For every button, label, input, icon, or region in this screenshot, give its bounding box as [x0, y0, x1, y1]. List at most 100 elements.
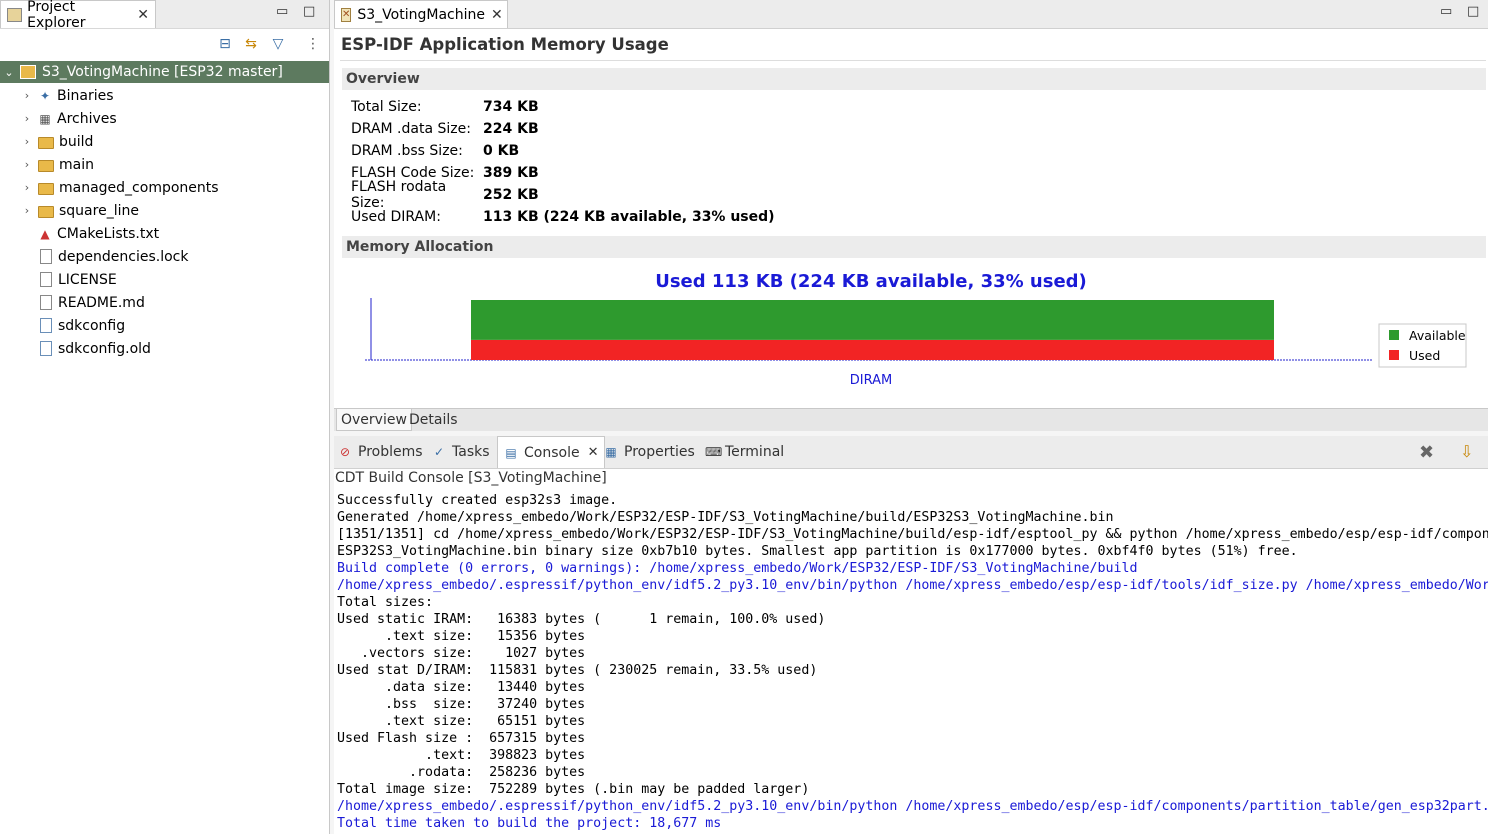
chevron-right-icon[interactable]: › — [20, 112, 34, 125]
tab-s3-votingmachine[interactable]: ✕ S3_VotingMachine ✕ — [334, 0, 508, 28]
overview-row: FLASH rodata Size: 252 KB — [351, 179, 539, 211]
overview-label: Total Size: — [351, 99, 422, 115]
overview-value: 0 KB — [483, 143, 520, 159]
memory-allocation-chart: Used 113 KB (224 KB available, 33% used)… — [365, 271, 1467, 388]
tree-item[interactable]: › build — [0, 130, 94, 153]
tab-terminal[interactable]: ⌨ Terminal — [705, 436, 784, 468]
tree-item[interactable]: › ✦ Binaries — [0, 84, 114, 107]
filter-icon[interactable]: ▽ — [270, 36, 286, 52]
tab-details[interactable]: Details — [405, 409, 462, 431]
console-line: .bss size: 37240 bytes — [337, 697, 586, 712]
maximize-icon[interactable]: □ — [303, 4, 315, 19]
console-icon: ▤ — [505, 445, 517, 460]
console-line: Used Flash size : 657315 bytes — [337, 731, 586, 746]
memory-allocation-section-header: Memory Allocation — [342, 236, 1486, 258]
chevron-right-icon[interactable]: › — [20, 135, 34, 148]
link-with-editor-icon[interactable]: ⇆ — [243, 36, 259, 52]
archives-icon: ▦ — [39, 111, 51, 126]
overview-row: Total Size: 734 KB — [351, 96, 539, 118]
tree-item-label: CMakeLists.txt — [57, 225, 160, 242]
minimize-icon[interactable]: ▭ — [276, 4, 288, 19]
tree-item[interactable]: › managed_components — [0, 176, 219, 199]
collapse-all-icon[interactable]: ⊟ — [217, 36, 233, 52]
tab-console[interactable]: ▤ Console ✕ — [497, 436, 606, 468]
chevron-right-icon[interactable]: › — [20, 204, 34, 217]
overview-row: DRAM .bss Size: 0 KB — [351, 140, 519, 162]
tree-item[interactable]: › square_line — [0, 199, 139, 222]
tab-overview[interactable]: Overview — [336, 409, 412, 431]
console-line: ESP32S3_VotingMachine.bin binary size 0x… — [337, 544, 1298, 559]
overview-row: Used DIRAM: 113 KB (224 KB available, 33%… — [351, 206, 775, 228]
cmake-icon: ▲ — [40, 226, 50, 241]
tab-tasks[interactable]: ✓ Tasks — [432, 436, 490, 468]
remove-launch-icon[interactable]: ✖ — [1419, 442, 1434, 463]
project-icon — [20, 65, 36, 79]
tree-item-label: Binaries — [57, 87, 114, 104]
close-icon[interactable]: ✕ — [588, 445, 599, 460]
console-line: Used stat D/IRAM: 115831 bytes ( 230025 … — [337, 663, 818, 678]
overview-label: Used DIRAM: — [351, 209, 441, 225]
chevron-down-icon[interactable]: ⌄ — [2, 66, 16, 79]
console-line: Used static IRAM: 16383 bytes ( 1 remain… — [337, 612, 826, 627]
legend-label-available: Available — [1409, 328, 1466, 343]
tab-properties[interactable]: ▦ Properties — [604, 436, 694, 468]
console-line: .text size: 65151 bytes — [337, 714, 586, 729]
properties-icon: ▦ — [605, 445, 617, 459]
view-menu-icon[interactable]: ⋮ — [305, 36, 321, 52]
chevron-right-icon[interactable]: › — [20, 89, 34, 102]
chevron-right-icon[interactable]: › — [20, 158, 34, 171]
tree-item[interactable]: sdkconfig.old — [0, 337, 151, 360]
console-tabbar: ⊘ Problems ✓ Tasks ▤ Console ✕ ▦ Propert… — [334, 436, 1488, 469]
chevron-right-icon[interactable]: › — [20, 181, 34, 194]
overview-label: DRAM .data Size: — [351, 121, 471, 137]
minimize-icon[interactable]: ▭ — [1440, 4, 1452, 19]
console-title: CDT Build Console [S3_VotingMachine] — [335, 470, 607, 486]
tree-item[interactable]: › ▦ Archives — [0, 107, 117, 130]
chart-title: Used 113 KB (224 KB available, 33% used) — [655, 271, 1087, 292]
legend-swatch-available — [1389, 330, 1399, 340]
console-line: Build complete (0 errors, 0 warnings): /… — [337, 561, 1138, 576]
tab-console-label: Console — [524, 444, 580, 461]
close-icon[interactable]: ✕ — [137, 7, 149, 23]
bar-used — [471, 339, 1274, 360]
tree-item[interactable]: README.md — [0, 291, 145, 314]
tree-item[interactable]: LICENSE — [0, 268, 117, 291]
maximize-icon[interactable]: □ — [1467, 4, 1479, 19]
editor-tabbar: ✕ S3_VotingMachine ✕ ▭ □ — [334, 0, 1488, 29]
console-line: /home/xpress_embedo/.espressif/python_en… — [337, 799, 1488, 814]
overview-value: 252 KB — [483, 187, 539, 203]
project-explorer-tabbar: Project Explorer ✕ ▭ □ — [0, 0, 329, 31]
console-line: /home/xpress_embedo/.espressif/python_en… — [337, 578, 1488, 593]
folder-icon — [37, 180, 59, 195]
project-explorer-panel: Project Explorer ✕ ▭ □ ⊟ ⇆ ▽ ⋮ ⌄ S3_Voti… — [0, 0, 330, 834]
tree-item[interactable]: sdkconfig — [0, 314, 125, 337]
tab-problems[interactable]: ⊘ Problems — [338, 436, 423, 468]
console-line: .data size: 13440 bytes — [337, 680, 586, 695]
tree-item-label: dependencies.lock — [58, 248, 189, 265]
tab-project-explorer[interactable]: Project Explorer ✕ — [0, 0, 156, 31]
project-explorer-icon — [7, 7, 23, 22]
tree-item[interactable]: › main — [0, 153, 94, 176]
console-line: Generated /home/xpress_embedo/Work/ESP32… — [337, 510, 1114, 525]
tree-item-label: square_line — [59, 202, 139, 219]
tree-item[interactable]: dependencies.lock — [0, 245, 188, 268]
console-line: Total sizes: — [337, 595, 434, 610]
config-file-icon — [37, 318, 58, 333]
tree-item-label: LICENSE — [58, 271, 117, 288]
tree-root-project[interactable]: ⌄ S3_VotingMachine [ESP32 master] — [0, 61, 329, 83]
close-icon[interactable]: ✕ — [491, 7, 503, 23]
tree-item[interactable]: ▲ CMakeLists.txt — [0, 222, 159, 245]
scroll-lock-icon[interactable]: ⇩ — [1460, 442, 1473, 461]
folder-icon — [37, 134, 59, 149]
tree-item-label: main — [59, 156, 94, 173]
folder-icon — [37, 203, 59, 218]
chart-legend: Available Used — [1378, 323, 1467, 368]
tab-problems-label: Problems — [358, 444, 423, 460]
console-line: .rodata: 258236 bytes — [337, 765, 586, 780]
tree-item-label: managed_components — [59, 179, 219, 196]
overview-value: 224 KB — [483, 121, 539, 137]
folder-icon — [37, 157, 59, 172]
file-icon — [37, 249, 58, 264]
console-panel: ⊘ Problems ✓ Tasks ▤ Console ✕ ▦ Propert… — [334, 436, 1488, 834]
editor-page-tabs: Overview Details — [334, 408, 1488, 431]
